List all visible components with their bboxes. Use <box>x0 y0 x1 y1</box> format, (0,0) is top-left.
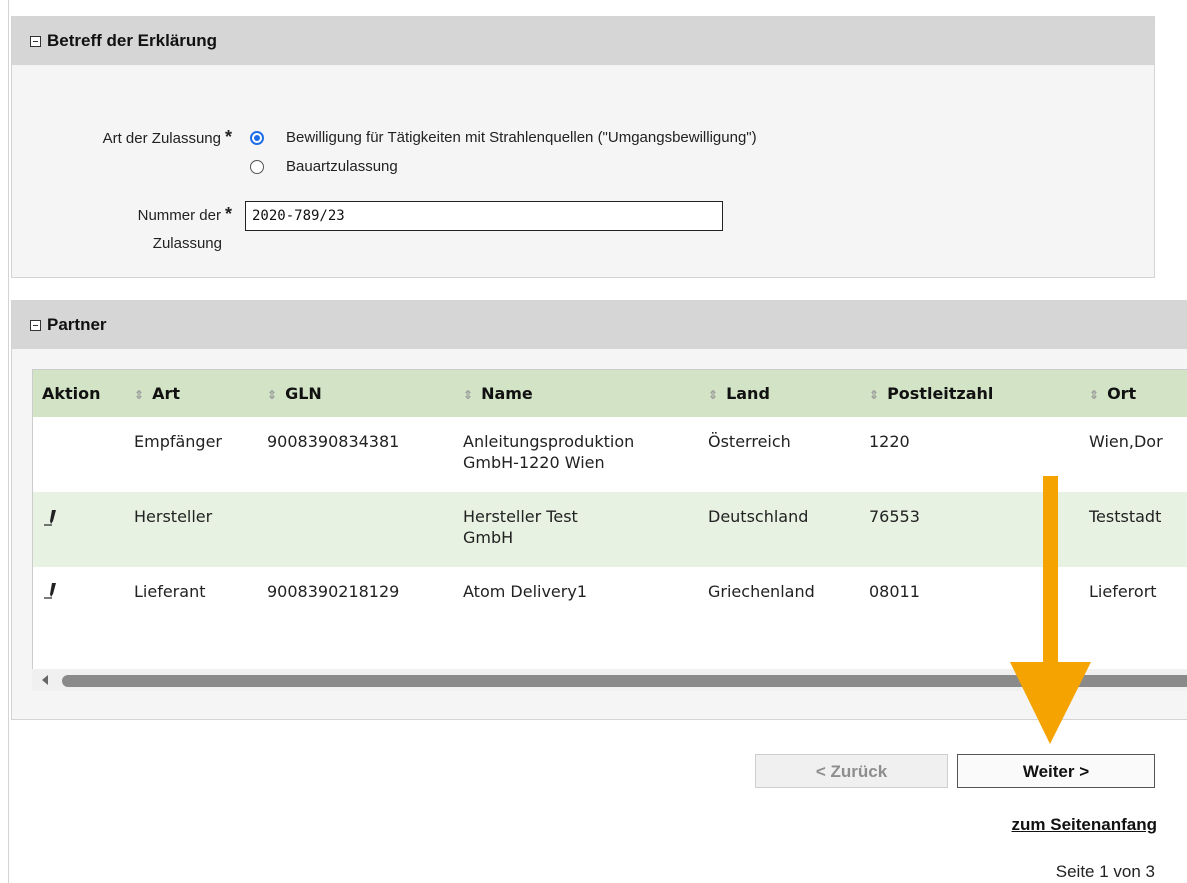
sort-icon: ⇕ <box>463 388 474 402</box>
sort-icon: ⇕ <box>267 388 278 402</box>
cell-art: Empfänger <box>134 432 223 451</box>
cell-ort: Lieferort <box>1089 582 1157 601</box>
cell-gln: 9008390218129 <box>267 582 400 601</box>
page-left-border <box>8 0 9 883</box>
nummer-label-line2: Zulassung <box>152 235 222 252</box>
cell-land: Österreich <box>708 432 791 451</box>
column-header-art[interactable]: ⇕ Art <box>134 370 180 417</box>
cell-postleitzahl: 08011 <box>869 582 920 601</box>
cell-postleitzahl: 1220 <box>869 432 910 451</box>
sort-icon: ⇕ <box>1089 388 1100 402</box>
column-header-gln[interactable]: ⇕ GLN <box>267 370 322 417</box>
cell-name: Anleitungsproduktion <box>463 432 635 451</box>
cell-name: Atom Delivery1 <box>463 582 587 601</box>
cell-ort: Teststadt <box>1089 507 1162 526</box>
sort-icon: ⇕ <box>708 388 719 402</box>
nummer-label: Nummer der * <box>137 204 232 224</box>
required-marker: * <box>224 204 232 224</box>
column-header-aktion: Aktion <box>42 384 101 403</box>
section-betreff: Betreff der Erklärung Art der Zulassung *… <box>11 16 1155 278</box>
collapse-icon[interactable] <box>30 319 41 331</box>
cell-art: Lieferant <box>134 582 206 601</box>
pencil-icon[interactable] <box>43 508 59 526</box>
section-title: Partner <box>47 315 107 334</box>
radio-bauartzulassung[interactable] <box>250 160 264 174</box>
cell-name: Hersteller Test <box>463 507 578 526</box>
cell-land: Deutschland <box>708 507 809 526</box>
required-marker: * <box>224 127 232 147</box>
column-header-name[interactable]: ⇕ Name <box>463 370 533 417</box>
collapse-icon[interactable] <box>30 35 41 47</box>
nummer-input[interactable]: 2020-789/23 <box>245 201 723 231</box>
art-der-zulassung-label: Art der Zulassung * <box>102 127 232 147</box>
section-title: Betreff der Erklärung <box>47 31 218 50</box>
cell-ort: Wien,Dor <box>1089 432 1163 451</box>
cell-postleitzahl: 76553 <box>869 507 920 526</box>
section-partner-header[interactable]: Partner <box>12 301 1187 349</box>
radio-umgangsbewilligung[interactable] <box>250 131 264 145</box>
pencil-icon[interactable] <box>43 581 59 599</box>
sort-icon: ⇕ <box>869 388 880 402</box>
radio-label-bauartzulassung[interactable]: Bauartzulassung <box>286 158 398 175</box>
page-indicator: Seite 1 von 3 <box>1055 862 1155 881</box>
radio-label-umgangsbewilligung[interactable]: Bewilligung für Tätigkeiten mit Strahlen… <box>286 129 757 146</box>
table-header: Aktion ⇕ Art ⇕ GLN ⇕ Name ⇕ Land ⇕ Postleitza… <box>33 370 1187 417</box>
cell-name-line2: GmbH-1220 Wien <box>463 453 605 472</box>
column-header-ort[interactable]: ⇕ Ort <box>1089 370 1136 417</box>
cell-land: Griechenland <box>708 582 815 601</box>
cell-gln: 9008390834381 <box>267 432 400 451</box>
arrow-down-annotation <box>1010 476 1091 744</box>
cell-art: Hersteller <box>134 507 213 526</box>
back-button[interactable]: < Zurück <box>755 754 948 788</box>
cell-name-line2: GmbH <box>463 528 514 547</box>
sort-icon: ⇕ <box>134 388 145 402</box>
scroll-left-arrow-icon[interactable] <box>42 675 48 685</box>
column-header-land[interactable]: ⇕ Land <box>708 370 770 417</box>
column-header-postleitzahl[interactable]: ⇕ Postleitzahl <box>869 370 993 417</box>
next-button[interactable]: Weiter > <box>957 754 1155 788</box>
back-to-top-link[interactable]: zum Seitenanfang <box>900 815 1157 835</box>
section-betreff-header[interactable]: Betreff der Erklärung <box>12 17 1154 65</box>
